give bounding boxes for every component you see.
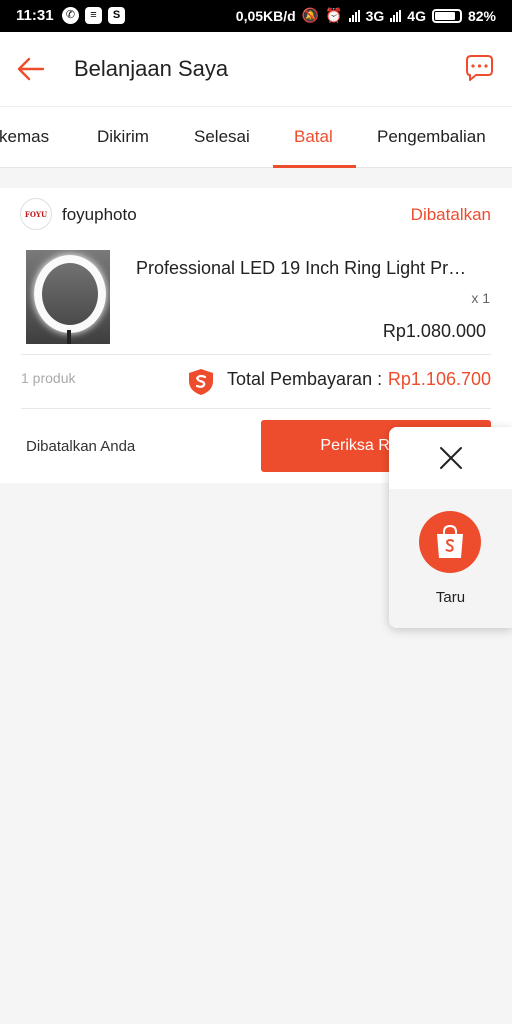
signal-icon-2 bbox=[390, 9, 402, 22]
network-3g: 3G bbox=[365, 7, 385, 24]
notification-icons: ✆ ≡ S bbox=[62, 7, 125, 24]
tab-batal[interactable]: Batal bbox=[294, 127, 333, 147]
cancel-note: Dibatalkan Anda bbox=[26, 438, 136, 455]
divider bbox=[21, 354, 491, 355]
shop-name[interactable]: foyuphoto bbox=[62, 205, 137, 225]
product-quantity: x 1 bbox=[471, 290, 490, 306]
tab-selesai[interactable]: Selesai bbox=[194, 127, 250, 147]
popup-body[interactable]: Taru bbox=[389, 489, 512, 628]
tab-pengembalian[interactable]: Pengembalian bbox=[377, 127, 486, 147]
popup-close-area bbox=[389, 427, 512, 489]
shop-logo-text: FOYU bbox=[24, 209, 48, 219]
shopping-bag-icon[interactable] bbox=[419, 511, 481, 573]
message-icon: ≡ bbox=[85, 7, 102, 24]
status-right: 0,05KB/d 🔕 ⏰ 3G 4G 82% bbox=[236, 7, 496, 24]
active-tab-indicator bbox=[273, 165, 356, 168]
app-bar: Belanjaan Saya bbox=[0, 32, 512, 106]
order-status-tabs: Dikemas Dikirim Selesai Batal Pengembali… bbox=[0, 106, 512, 168]
mute-icon: 🔕 bbox=[301, 7, 320, 23]
popup-label: Taru bbox=[435, 589, 466, 606]
chat-icon[interactable] bbox=[462, 52, 496, 86]
battery-level: 82% bbox=[467, 7, 496, 24]
alarm-icon: ⏰ bbox=[325, 7, 343, 23]
net-speed: 0,05KB/d bbox=[235, 7, 296, 24]
total-label: Total Pembayaran : bbox=[227, 369, 383, 389]
floating-popup: Taru bbox=[389, 427, 512, 628]
status-bar: 11:31 ✆ ≡ S 0,05KB/d 🔕 ⏰ 3G 4G 82% bbox=[0, 0, 512, 32]
tab-dikirim[interactable]: Dikirim bbox=[97, 127, 149, 147]
shopee-icon: S bbox=[108, 7, 125, 24]
status-time: 11:31 bbox=[16, 7, 54, 24]
product-image[interactable] bbox=[26, 250, 110, 344]
product-title[interactable]: Professional LED 19 Inch Ring Light Prof… bbox=[136, 258, 476, 279]
tab-dikemas[interactable]: Dikemas bbox=[0, 127, 49, 147]
whatsapp-icon: ✆ bbox=[62, 7, 79, 24]
signal-icon bbox=[348, 9, 360, 22]
page-title: Belanjaan Saya bbox=[74, 56, 229, 81]
ring-light-picture bbox=[34, 255, 106, 333]
shopee-guarantee-shield-icon bbox=[189, 369, 213, 395]
ring-light-stand bbox=[67, 330, 71, 344]
battery-icon bbox=[431, 8, 462, 23]
item-count: 1 produk bbox=[21, 370, 76, 386]
network-4g: 4G bbox=[407, 7, 426, 24]
total-value: Rp1.106.700 bbox=[387, 369, 491, 389]
back-arrow-icon[interactable] bbox=[16, 54, 46, 84]
order-status: Dibatalkan bbox=[410, 205, 491, 224]
close-icon[interactable] bbox=[438, 445, 464, 471]
divider bbox=[21, 408, 491, 409]
product-price: Rp1.080.000 bbox=[382, 321, 486, 341]
shop-logo[interactable]: FOYU bbox=[20, 198, 52, 230]
